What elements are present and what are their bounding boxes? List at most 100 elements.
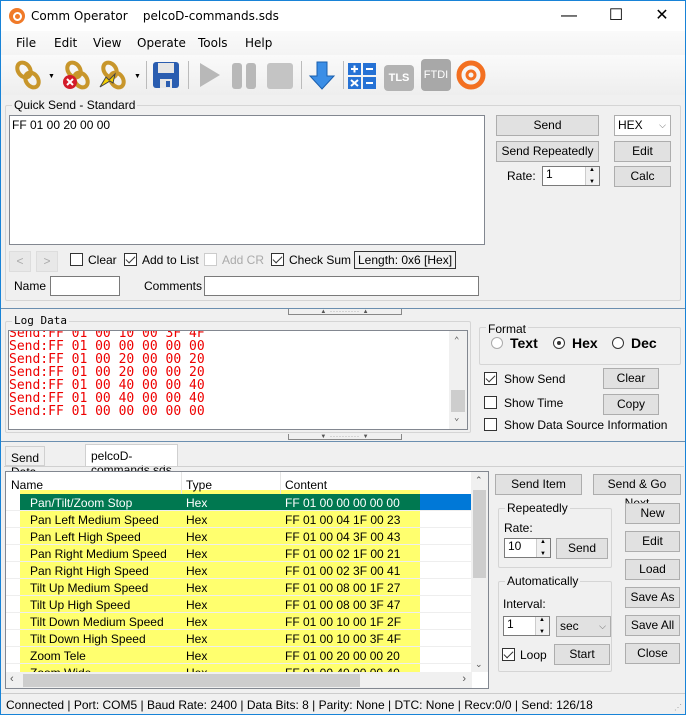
table-row[interactable]: Tilt Up High Speed Hex FF 01 00 08 00 3F 4… [6, 596, 472, 613]
load-button[interactable]: Load [625, 559, 680, 580]
name-input[interactable] [50, 276, 120, 296]
table-row[interactable]: Pan Right Medium Speed Hex FF 01 00 02 1F … [6, 545, 472, 562]
splitter-top[interactable]: ▲ ·········· ▲ [1, 308, 685, 316]
play-icon[interactable] [194, 59, 224, 91]
show-send-checkbox[interactable] [484, 372, 497, 385]
scroll-thumb[interactable] [473, 490, 486, 578]
next-button[interactable]: > [36, 251, 58, 272]
show-time-checkbox[interactable] [484, 396, 497, 409]
menu-edit[interactable]: Edit [54, 36, 77, 50]
scroll-down-icon[interactable]: ⌄ [454, 412, 459, 425]
show-source-checkbox[interactable] [484, 418, 497, 431]
tab-pelcod-commands[interactable]: pelcoD-commands.sds [85, 444, 178, 477]
format-text-radio[interactable] [491, 337, 503, 349]
close-button[interactable]: ✕ [639, 1, 685, 31]
interval-unit-dropdown[interactable]: sec ⌵ [556, 616, 611, 637]
maximize-button[interactable]: ☐ [593, 1, 639, 31]
disconnect-icon[interactable] [61, 59, 91, 91]
calculator-icon[interactable] [347, 59, 377, 91]
loop-checkbox[interactable] [502, 648, 515, 661]
stop-icon[interactable] [265, 59, 295, 91]
scroll-up-icon[interactable]: ⌃ [454, 335, 459, 348]
quick-send-input[interactable] [9, 115, 485, 245]
add-cr-checkbox[interactable] [204, 253, 217, 266]
start-button[interactable]: Start [554, 644, 610, 665]
check-sum-checkbox[interactable] [271, 253, 284, 266]
table-row[interactable]: Pan Left Medium Speed Hex FF 01 00 04 1F 0… [6, 511, 472, 528]
send-button[interactable]: Send [496, 115, 599, 136]
send-go-next-button[interactable]: Send & Go Next [593, 474, 681, 510]
tls-icon[interactable]: TLS [384, 65, 414, 91]
format-dropdown[interactable]: HEX ⌵ [614, 115, 671, 136]
table-row[interactable]: Pan/Tilt/Zoom Stop Hex FF 01 00 00 00 00 0… [6, 494, 472, 511]
prev-button[interactable]: < [9, 251, 31, 272]
list-close-button[interactable]: Close [625, 643, 680, 664]
column-name[interactable]: Name [11, 478, 43, 492]
log-copy-button[interactable]: Copy [603, 394, 659, 415]
splitter-grip-icon[interactable]: ▼ ·········· ▼ [288, 434, 402, 440]
rate-input[interactable]: 1 [542, 166, 600, 186]
column-divider[interactable] [181, 472, 182, 494]
resize-grip-icon[interactable]: ⋰ [674, 703, 682, 712]
send-data-table[interactable]: Name Type Content Pan/Tilt/Zoom Stop Hex F… [5, 471, 489, 689]
table-row[interactable]: Pan Left High Speed Hex FF 01 00 04 3F 00 … [6, 528, 472, 545]
table-row[interactable]: Tilt Down Medium Speed Hex FF 01 00 10 00 … [6, 613, 472, 630]
save-icon[interactable] [151, 59, 181, 91]
list-vscrollbar[interactable]: ⌃ ⌄ [471, 472, 488, 672]
menu-bar: File Edit View Operate Tools Help [1, 31, 685, 55]
column-type[interactable]: Type [186, 478, 212, 492]
splitter-bottom[interactable]: ▼ ·········· ▼ [1, 434, 685, 442]
log-output[interactable]: Send:FF 01 00 10 00 3F 4F Send:FF 01 00 0… [8, 330, 468, 430]
scroll-thumb[interactable] [23, 674, 360, 687]
minimize-button[interactable]: — [546, 1, 592, 31]
new-button[interactable]: New [625, 503, 680, 524]
list-rate-spinner[interactable] [536, 539, 550, 557]
send-item-button[interactable]: Send Item [495, 474, 582, 495]
menu-help[interactable]: Help [245, 36, 272, 50]
send-repeatedly-button[interactable]: Send Repeatedly [496, 141, 599, 162]
rate-spinner[interactable] [585, 167, 599, 185]
menu-view[interactable]: View [93, 36, 121, 50]
scroll-left-icon[interactable]: ‹ [10, 673, 14, 685]
format-dec-radio[interactable] [612, 337, 624, 349]
list-send-button[interactable]: Send [556, 538, 608, 559]
reconnect-dropdown-icon[interactable]: ▼ [134, 73, 141, 80]
log-scrollbar[interactable]: ⌃ ⌄ [449, 331, 467, 429]
save-all-button[interactable]: Save All [625, 615, 680, 636]
menu-file[interactable]: File [16, 36, 36, 50]
table-row[interactable]: Zoom Tele Hex FF 01 00 20 00 00 20 [6, 647, 472, 664]
reconnect-icon[interactable] [97, 59, 127, 91]
menu-operate[interactable]: Operate [137, 36, 186, 50]
list-rate-input[interactable]: 10 [504, 538, 551, 558]
pause-icon[interactable] [229, 59, 259, 91]
list-edit-button[interactable]: Edit [625, 531, 680, 552]
scroll-down-icon[interactable]: ⌄ [475, 659, 483, 670]
clear-checkbox[interactable] [70, 253, 83, 266]
column-content[interactable]: Content [285, 478, 327, 492]
menu-tools[interactable]: Tools [198, 36, 228, 50]
scroll-up-icon[interactable]: ⌃ [475, 475, 483, 486]
tab-send-data-list[interactable]: Send Data List [5, 446, 46, 493]
connect-dropdown-icon[interactable]: ▼ [48, 73, 55, 80]
connect-icon[interactable] [13, 59, 43, 91]
table-row[interactable]: Pan Right High Speed Hex FF 01 00 02 3F 00… [6, 562, 472, 579]
format-hex-radio[interactable] [553, 337, 565, 349]
scroll-right-icon[interactable]: › [462, 673, 466, 685]
scroll-thumb[interactable] [451, 390, 465, 412]
column-divider[interactable] [280, 472, 281, 494]
comments-input[interactable] [204, 276, 479, 296]
table-row[interactable]: Tilt Down High Speed Hex FF 01 00 10 00 3F… [6, 630, 472, 647]
edit-button[interactable]: Edit [614, 141, 671, 162]
download-arrow-icon[interactable] [307, 59, 337, 91]
calc-button[interactable]: Calc [614, 166, 671, 187]
save-as-button[interactable]: Save As [625, 587, 680, 608]
ftdi-icon[interactable]: FTDI [421, 59, 451, 91]
add-to-list-checkbox[interactable] [124, 253, 137, 266]
log-clear-button[interactable]: Clear [603, 368, 659, 389]
list-hscrollbar[interactable]: ‹ › [6, 672, 472, 688]
interval-spinner[interactable] [535, 617, 549, 635]
splitter-grip-icon[interactable]: ▲ ·········· ▲ [288, 309, 402, 315]
interval-input[interactable]: 1 [503, 616, 550, 636]
table-row[interactable]: Tilt Up Medium Speed Hex FF 01 00 08 00 1F… [6, 579, 472, 596]
app-logo-icon[interactable] [456, 59, 486, 91]
